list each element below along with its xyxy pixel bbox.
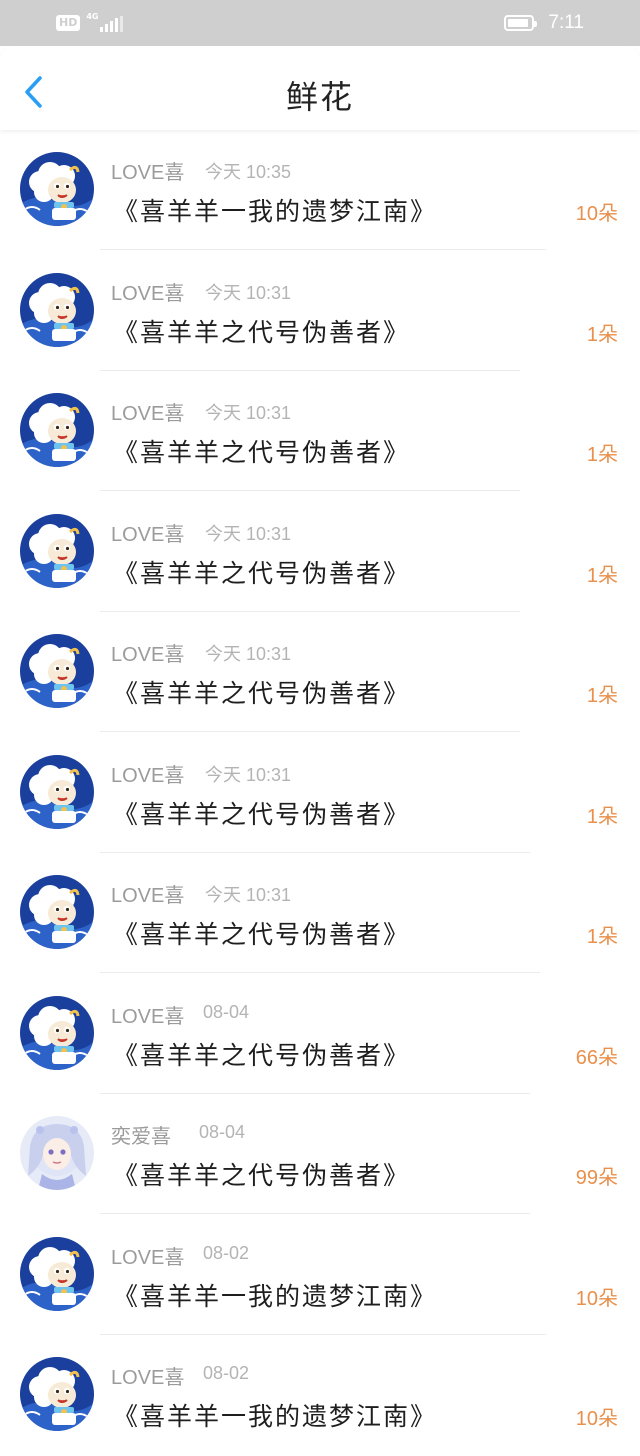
sender-name[interactable]: LOVE喜 (111, 397, 184, 426)
list-item[interactable]: LOVE喜 今天 10:31 《喜羊羊之代号伪善者》 1朵 (0, 853, 640, 974)
message-time: 今天 10:31 (205, 282, 292, 303)
sender-name[interactable]: LOVE喜 (111, 879, 184, 908)
message-time: 08-04 (203, 1001, 250, 1022)
message-time: 08-04 (199, 1122, 246, 1142)
avatar[interactable] (20, 755, 94, 829)
sender-name[interactable]: LOVE喜 (111, 1000, 184, 1029)
gift-title: 《喜羊羊一我的遗梦江南》 (113, 197, 438, 226)
sender-name[interactable]: LOVE喜 (111, 759, 184, 788)
gift-title: 《喜羊羊之代号伪善者》 (113, 558, 411, 588)
gift-title: 《喜羊羊之代号伪善者》 (113, 1040, 411, 1070)
gift-title: 《喜羊羊之代号伪善者》 (113, 1161, 411, 1190)
gift-title: 《喜羊羊之代号伪善者》 (113, 799, 411, 829)
gift-title: 《喜羊羊一我的遗梦江南》 (113, 1281, 438, 1311)
flower-count: 1朵 (586, 444, 618, 466)
hd-badge: HD (56, 15, 81, 31)
list-item[interactable]: LOVE喜 今天 10:31 《喜羊羊之代号伪善者》 1朵 (0, 371, 640, 492)
avatar[interactable] (20, 514, 94, 588)
list-item[interactable]: LOVE喜 今天 10:31 《喜羊羊之代号伪善者》 1朵 (0, 733, 640, 854)
battery-icon (504, 15, 538, 31)
flower-count: 10朵 (575, 203, 618, 225)
signal-icon: 4G (86, 12, 130, 34)
message-time: 今天 10:31 (205, 644, 292, 664)
list-item[interactable]: LOVE喜 08-04 《喜羊羊之代号伪善者》 66朵 (0, 974, 640, 1095)
avatar[interactable] (20, 1357, 94, 1431)
list-item[interactable]: LOVE喜 今天 10:31 《喜羊羊之代号伪善者》 1朵 (0, 492, 640, 613)
status-bar: HD 4G 7:11 (0, 0, 640, 46)
message-time: 今天 10:31 (205, 764, 292, 785)
avatar[interactable] (20, 996, 94, 1070)
sender-name[interactable]: LOVE喜 (111, 277, 184, 306)
gift-title: 《喜羊羊一我的遗梦江南》 (113, 1402, 438, 1431)
avatar[interactable] (20, 1116, 94, 1190)
network-type-label: 4G (86, 12, 99, 21)
flower-count: 1朵 (586, 685, 618, 707)
list-item[interactable]: LOVE喜 今天 10:35 《喜羊羊一我的遗梦江南》 10朵 (0, 130, 640, 251)
flower-count: 1朵 (586, 323, 618, 346)
list-item[interactable]: LOVE喜 08-02 《喜羊羊一我的遗梦江南》 10朵 (0, 1335, 640, 1456)
avatar[interactable] (20, 875, 94, 949)
sender-name[interactable]: LOVE喜 (111, 1241, 184, 1270)
flower-count: 10朵 (575, 1287, 618, 1310)
sender-name[interactable]: LOVE喜 (111, 638, 184, 667)
message-time: 今天 10:35 (205, 162, 292, 182)
list-item[interactable]: 奕爱喜 08-04 《喜羊羊之代号伪善者》 99朵 (0, 1094, 640, 1215)
avatar[interactable] (20, 393, 94, 467)
message-time: 今天 10:31 (205, 885, 292, 905)
message-time: 08-02 (203, 1242, 250, 1263)
flower-count: 10朵 (575, 1408, 618, 1430)
gift-title: 《喜羊羊之代号伪善者》 (113, 438, 411, 467)
sender-name[interactable]: LOVE喜 (111, 156, 184, 185)
message-time: 08-02 (203, 1363, 250, 1383)
sender-name[interactable]: LOVE喜 (111, 1361, 184, 1390)
gift-title: 《喜羊羊之代号伪善者》 (113, 920, 411, 949)
flower-count: 1朵 (586, 564, 618, 587)
list-item[interactable]: LOVE喜 今天 10:31 《喜羊羊之代号伪善者》 1朵 (0, 612, 640, 733)
flower-count: 1朵 (586, 805, 618, 828)
avatar[interactable] (20, 273, 94, 347)
avatar[interactable] (20, 634, 94, 708)
sender-name[interactable]: LOVE喜 (111, 518, 184, 547)
message-time: 今天 10:31 (205, 523, 292, 544)
list-item[interactable]: LOVE喜 今天 10:31 《喜羊羊之代号伪善者》 1朵 (0, 251, 640, 372)
gift-title: 《喜羊羊之代号伪善者》 (113, 679, 411, 708)
message-time: 今天 10:31 (205, 403, 292, 423)
page-title: 鲜花 (285, 78, 354, 116)
gift-title: 《喜羊羊之代号伪善者》 (113, 317, 411, 347)
flower-count: 66朵 (575, 1046, 618, 1069)
avatar[interactable] (20, 1237, 94, 1311)
avatar[interactable] (20, 152, 94, 226)
flower-message-list: LOVE喜 今天 10:35 《喜羊羊一我的遗梦江南》 10朵 LOVE喜 今天… (0, 130, 640, 1456)
flower-count: 1朵 (586, 926, 618, 948)
list-item[interactable]: LOVE喜 08-02 《喜羊羊一我的遗梦江南》 10朵 (0, 1215, 640, 1336)
status-time: 7:11 (548, 12, 584, 33)
sender-name[interactable]: 奕爱喜 (111, 1120, 171, 1149)
header: 鲜花 (0, 46, 640, 130)
flower-count: 99朵 (575, 1167, 618, 1189)
